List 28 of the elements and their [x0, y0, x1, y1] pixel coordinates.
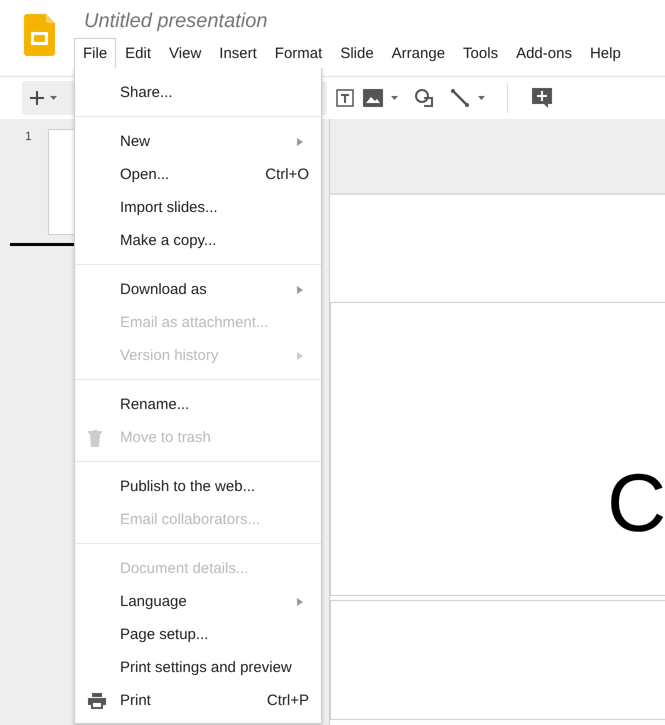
menu-item[interactable]: Make a copy... — [75, 224, 321, 257]
menu-item[interactable]: Publish to the web... — [75, 470, 321, 503]
document-title[interactable]: Untitled presentation — [84, 10, 630, 38]
menu-item[interactable]: Import slides... — [75, 191, 321, 224]
add-comment-icon[interactable] — [507, 83, 553, 113]
caret-icon[interactable] — [391, 96, 398, 100]
text-box-icon[interactable] — [335, 88, 355, 108]
line-icon[interactable] — [450, 88, 470, 108]
add-icon[interactable] — [30, 91, 44, 105]
image-icon[interactable] — [363, 89, 383, 107]
menu-item[interactable]: New — [75, 125, 321, 158]
title-placeholder[interactable]: C — [330, 302, 665, 596]
menu-tab[interactable]: File — [74, 38, 116, 68]
slide-title-text: C — [607, 463, 665, 545]
menu-item[interactable]: Page setup... — [75, 618, 321, 651]
menu-item[interactable]: Share... — [75, 76, 321, 109]
menu-item[interactable]: Open... Ctrl+O — [75, 158, 321, 191]
slide-number: 1 — [25, 129, 33, 145]
printer-icon — [88, 692, 106, 708]
menu-item[interactable]: Language — [75, 585, 321, 618]
caret-icon[interactable] — [478, 96, 485, 100]
menu-item[interactable]: Print Ctrl+P — [75, 684, 321, 717]
trash-icon — [88, 428, 102, 446]
caret-icon[interactable] — [50, 96, 57, 100]
menu-item[interactable]: Rename... — [75, 388, 321, 421]
menu-item[interactable]: Download as — [75, 273, 321, 306]
menu-item[interactable]: Print settings and preview — [75, 651, 321, 684]
shape-icon[interactable] — [414, 88, 434, 108]
